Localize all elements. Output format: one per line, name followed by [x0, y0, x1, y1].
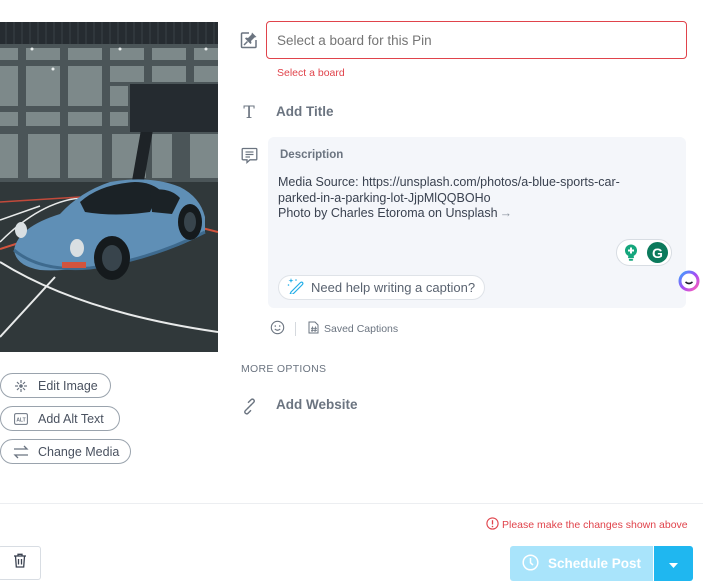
add-alt-text-button[interactable]: ALT Add Alt Text	[0, 406, 120, 431]
grammarly-logo-icon: G	[647, 242, 668, 263]
media-preview	[0, 22, 218, 352]
magic-pen-icon	[287, 278, 304, 297]
edit-image-label: Edit Image	[38, 378, 98, 393]
toolbar-divider	[295, 322, 296, 336]
add-alt-text-label: Add Alt Text	[38, 411, 104, 426]
emoji-icon[interactable]	[270, 320, 285, 338]
description-box[interactable]: Description Media Source: https://unspla…	[268, 137, 686, 308]
text-icon: T	[243, 103, 255, 123]
magic-wand-icon	[13, 379, 29, 393]
form-error-message: Please make the changes shown above	[486, 517, 688, 533]
grammarly-widget[interactable]: G	[616, 239, 672, 266]
arrow-right-icon: →	[499, 206, 513, 220]
title-input[interactable]: Add Title	[276, 104, 334, 119]
description-text[interactable]: Media Source: https://unsplash.com/photo…	[278, 175, 668, 222]
trash-icon	[13, 553, 27, 573]
change-media-button[interactable]: Change Media	[0, 439, 131, 464]
caption-help-button[interactable]: Need help writing a caption?	[278, 275, 485, 300]
more-options-heading: MORE OPTIONS	[241, 363, 327, 375]
board-error-message: Select a board	[277, 67, 345, 79]
lightbulb-icon	[624, 244, 638, 262]
website-input[interactable]: Add Website	[276, 397, 358, 412]
caption-help-label: Need help writing a caption?	[311, 280, 476, 295]
saved-captions-button[interactable]: Saved Captions	[308, 321, 398, 337]
schedule-options-dropdown[interactable]	[654, 546, 693, 581]
saved-captions-icon	[308, 321, 319, 337]
description-label: Description	[280, 149, 344, 161]
caret-down-icon	[669, 555, 678, 573]
description-toolbar: Saved Captions	[270, 320, 398, 338]
alert-circle-icon	[486, 517, 499, 533]
edit-image-button[interactable]: Edit Image	[0, 373, 111, 398]
pin-board-icon	[240, 31, 258, 49]
schedule-post-label: Schedule Post	[547, 556, 642, 571]
svg-text:ALT: ALT	[16, 417, 25, 423]
saved-captions-label: Saved Captions	[324, 323, 399, 335]
link-icon	[240, 397, 258, 415]
alt-text-icon: ALT	[13, 412, 29, 426]
board-select-input[interactable]	[266, 21, 687, 59]
footer-divider	[0, 503, 703, 504]
ai-assistant-icon[interactable]	[678, 270, 700, 292]
comment-icon	[240, 146, 258, 164]
swap-arrows-icon	[13, 445, 29, 459]
car-photo	[0, 22, 218, 352]
clock-icon	[522, 553, 539, 574]
change-media-label: Change Media	[38, 444, 120, 459]
description-content: Media Source: https://unsplash.com/photo…	[278, 175, 620, 220]
schedule-post-button[interactable]: Schedule Post	[510, 546, 653, 581]
form-error-text: Please make the changes shown above	[502, 519, 688, 531]
delete-button[interactable]	[0, 546, 41, 580]
